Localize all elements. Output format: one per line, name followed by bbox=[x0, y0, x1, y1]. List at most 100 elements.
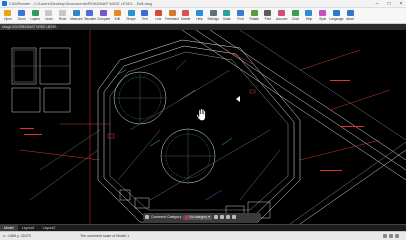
toolbar-button-label: Help bbox=[196, 16, 203, 21]
toolbar-button-settings[interactable]: Settings bbox=[206, 8, 220, 24]
copy-icon[interactable] bbox=[219, 215, 224, 219]
toolbar-button-undo[interactable]: Undo bbox=[42, 8, 56, 24]
category-color-swatch bbox=[185, 215, 189, 219]
toolbar-button-layers[interactable]: Layers bbox=[28, 8, 42, 24]
toolbar-button-chat[interactable]: Chat bbox=[288, 8, 302, 24]
zoom-in-icon[interactable] bbox=[389, 234, 393, 238]
toolbar-button-label: Delete bbox=[181, 16, 191, 21]
toolbar-button-account[interactable]: Account bbox=[275, 8, 289, 24]
toolbar-button-freehand[interactable]: Freehand bbox=[165, 8, 179, 24]
drawing-canvas[interactable] bbox=[0, 30, 406, 224]
toolbar-button-label: Compare bbox=[97, 16, 111, 21]
tank-upper bbox=[113, 71, 167, 125]
toolbar-button-label: Line bbox=[155, 16, 162, 21]
toolbar-button-label: Measure bbox=[70, 16, 83, 21]
zoom-out-icon[interactable] bbox=[383, 234, 387, 238]
toolbar-button-edit[interactable]: Edit bbox=[111, 8, 125, 24]
close-icon[interactable]: × bbox=[398, 0, 404, 8]
toolbar-button-label: Account bbox=[275, 16, 288, 21]
fit-icon[interactable] bbox=[395, 234, 399, 238]
toolbar-button-rotate[interactable]: Rotate bbox=[247, 8, 261, 24]
toolbar-button-label: Find bbox=[237, 16, 244, 21]
toolbar-button-help[interactable]: Help bbox=[193, 8, 207, 24]
toolbar-button-label: Language bbox=[329, 16, 344, 21]
color-icon[interactable] bbox=[225, 215, 230, 219]
trash-icon[interactable] bbox=[231, 215, 236, 219]
comment-category-value: No category bbox=[189, 214, 208, 219]
language-icon bbox=[332, 9, 340, 16]
text-icon bbox=[141, 9, 149, 16]
toolbar-button-label: Chat bbox=[291, 16, 299, 21]
toolbar-button-line[interactable]: Line bbox=[152, 8, 166, 24]
toolbar-button-about[interactable]: about bbox=[343, 8, 357, 24]
table-icon bbox=[86, 9, 94, 16]
grid-icon[interactable] bbox=[145, 215, 149, 219]
info-icon bbox=[346, 9, 354, 16]
tank-lower bbox=[160, 128, 216, 184]
pencil-icon bbox=[113, 9, 121, 16]
internal-grid bbox=[29, 69, 281, 201]
toolbar-button-open[interactable]: Open bbox=[1, 8, 15, 24]
edit-icon[interactable] bbox=[213, 215, 218, 219]
hand-cursor-icon bbox=[196, 108, 206, 121]
toolbar-button-label: Zoom bbox=[17, 16, 26, 21]
comment-category-label: Comment Category bbox=[151, 215, 182, 219]
left-buildings bbox=[11, 47, 71, 113]
toolbar-button-measure[interactable]: Measure bbox=[69, 8, 83, 24]
blue-details bbox=[175, 59, 223, 201]
window-title: CADReader - C:\Users\Desktop\Documents\R… bbox=[9, 1, 152, 6]
comment-category-select[interactable]: No category ▾ bbox=[183, 214, 212, 220]
coordinate-readout: x: -1469 y: 32470 bbox=[3, 234, 31, 238]
toolbar-button-shape[interactable]: Shape bbox=[124, 8, 138, 24]
toolbar-button-label: Undo bbox=[45, 16, 53, 21]
arrow-marker-icon bbox=[236, 96, 240, 102]
toolbar-button-delete[interactable]: Delete bbox=[179, 8, 193, 24]
scale-icon bbox=[223, 9, 231, 16]
minimize-icon[interactable]: – bbox=[374, 0, 380, 8]
layers-icon bbox=[31, 9, 39, 16]
redo-icon bbox=[59, 9, 67, 16]
help-icon bbox=[195, 9, 203, 16]
toolbar-button-label: Freehand bbox=[165, 16, 179, 21]
rotate-icon bbox=[250, 9, 258, 16]
status-bar: x: -1469 y: 32470 The comment scale of M… bbox=[0, 231, 406, 240]
toolbar-button-print[interactable]: Print bbox=[261, 8, 275, 24]
toolbar-button-label: about bbox=[346, 16, 355, 21]
help-circle-icon bbox=[305, 9, 313, 16]
chat-icon bbox=[291, 9, 299, 16]
toolbar-button-compare[interactable]: Compare bbox=[97, 8, 111, 24]
zoom-controls bbox=[383, 234, 403, 238]
printer-icon bbox=[264, 9, 272, 16]
maximize-icon[interactable]: □ bbox=[386, 0, 392, 8]
green-details bbox=[117, 69, 233, 147]
toolbar-button-label: Layers bbox=[30, 16, 40, 21]
toolbar-button-find[interactable]: Find bbox=[234, 8, 248, 24]
toolbar-button-label: Print bbox=[264, 16, 272, 21]
toolbar-button-label: Help bbox=[305, 16, 313, 21]
zoom-icon bbox=[18, 9, 26, 16]
toolbar-button-redo[interactable]: Redo bbox=[56, 8, 70, 24]
toolbar-button-label: Settings bbox=[207, 16, 219, 21]
red-annotations bbox=[19, 30, 391, 224]
red-text-marks bbox=[20, 80, 364, 171]
window-controls: – □ × bbox=[374, 0, 404, 8]
style-icon bbox=[319, 9, 327, 16]
toolbar-button-text[interactable]: Text bbox=[138, 8, 152, 24]
app-logo-icon bbox=[2, 1, 7, 6]
compare-icon bbox=[100, 9, 108, 16]
toolbar-button-label: Shape bbox=[126, 16, 136, 21]
folder-open-icon bbox=[4, 9, 12, 16]
toolbar-button-label: Edit bbox=[114, 16, 121, 21]
shape-icon bbox=[127, 9, 135, 16]
toolbar-button-label: Open bbox=[3, 16, 12, 21]
toolbar-button-scale[interactable]: Scale bbox=[220, 8, 234, 24]
toolbar-button-label: Scale bbox=[222, 16, 231, 21]
toolbar-button-label: Tabulate bbox=[83, 16, 96, 21]
toolbar-button-tabulate[interactable]: Tabulate bbox=[83, 8, 97, 24]
toolbar-button-language[interactable]: Language bbox=[329, 8, 344, 24]
toolbar-button-help[interactable]: Help bbox=[302, 8, 316, 24]
toolbar-button-style[interactable]: Style bbox=[316, 8, 330, 24]
toolbar-button-zoom[interactable]: Zoom bbox=[15, 8, 29, 24]
toolbar-button-label: Style bbox=[319, 16, 327, 21]
cad-drawing bbox=[11, 30, 406, 224]
